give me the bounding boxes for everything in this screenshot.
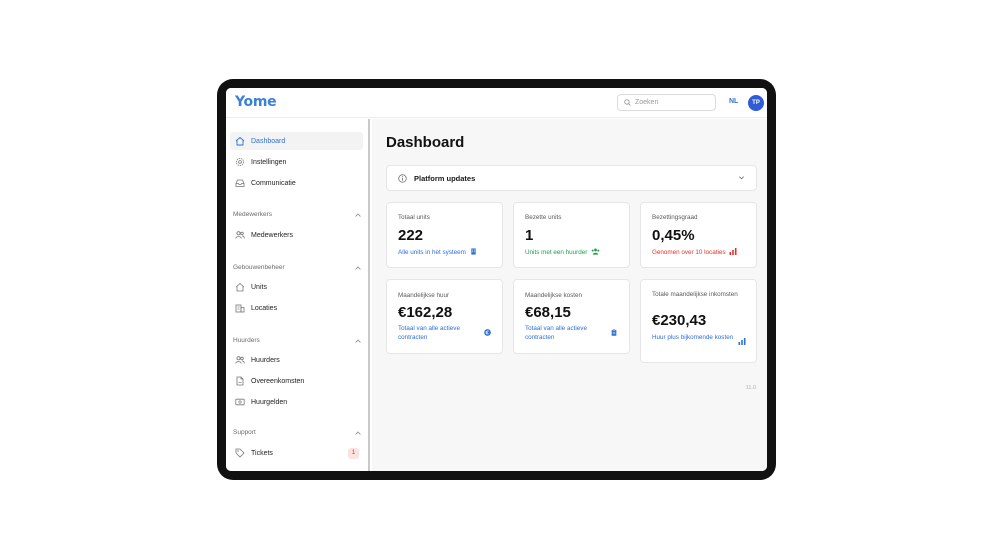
tablet-frame: Yome Zoeken NL TP Dashboard Instellingen… — [217, 79, 776, 480]
card-value: 0,45% — [652, 227, 695, 244]
building-icon — [470, 248, 476, 255]
card-label: Maandelijkse kosten — [525, 292, 583, 299]
language-selector[interactable]: NL — [729, 98, 738, 105]
chevron-up-icon — [355, 338, 361, 343]
app-screen: Yome Zoeken NL TP Dashboard Instellingen… — [226, 88, 767, 471]
section-title: Medewerkers — [233, 211, 273, 218]
card-subtext: Totaal van alle actieve contracten — [398, 325, 460, 341]
money-icon — [234, 396, 246, 408]
euro-icon — [484, 329, 491, 336]
sidebar-item-label: Tickets — [251, 449, 273, 457]
sidebar: Dashboard Instellingen Communicatie Mede… — [226, 119, 370, 471]
sidebar-item-communicatie[interactable]: Communicatie — [230, 174, 363, 192]
users-icon — [591, 248, 600, 255]
section-header-huurders[interactable]: Huurders — [233, 337, 361, 344]
card-value: €68,15 — [525, 304, 571, 321]
platform-updates-panel[interactable]: Platform updates — [386, 165, 757, 191]
sidebar-item-label: Overeenkomsten — [251, 377, 305, 385]
card-label: Totaal units — [398, 214, 430, 221]
card-value: 1 — [525, 227, 534, 244]
sidebar-item-tickets[interactable]: Tickets 1 — [230, 444, 363, 462]
card-value: €230,43 — [652, 312, 707, 329]
section-title: Huurders — [233, 337, 260, 344]
sidebar-item-medewerkers[interactable]: Medewerkers — [230, 226, 363, 244]
stat-card-occupancy-rate[interactable]: Bezettingsgraad 0,45% Genomen over 10 lo… — [640, 202, 757, 268]
sidebar-item-label: Huurders — [251, 356, 280, 364]
stat-card-total-monthly-income[interactable]: Totale maandelijkse inkomsten €230,43 Hu… — [640, 279, 757, 363]
sidebar-item-locaties[interactable]: Locaties — [230, 299, 363, 317]
sidebar-item-label: Units — [251, 283, 267, 291]
sidebar-item-label: Locaties — [251, 304, 278, 312]
sidebar-item-label: Huurgelden — [251, 398, 288, 406]
chevron-up-icon — [355, 265, 361, 270]
card-subtext: Huur plus bijkomende kosten — [652, 334, 734, 341]
section-header-gebouwenbeheer[interactable]: Gebouwenbeheer — [233, 264, 361, 271]
card-label: Bezette units — [525, 214, 562, 221]
app-logo[interactable]: Yome — [235, 94, 277, 110]
sidebar-item-overeenkomsten[interactable]: Overeenkomsten — [230, 372, 363, 390]
card-subtext: Totaal van alle actieve contracten — [525, 325, 587, 341]
bar-chart-icon — [738, 338, 746, 345]
building-icon — [234, 302, 246, 314]
stat-card-monthly-costs[interactable]: Maandelijkse kosten €68,15 Totaal van al… — [513, 279, 630, 354]
tickets-count-badge: 1 — [348, 447, 359, 459]
sidebar-item-huurgelden[interactable]: Huurgelden — [230, 393, 363, 411]
sidebar-item-label: Dashboard — [251, 137, 286, 145]
sidebar-item-label: Communicatie — [251, 179, 296, 187]
sidebar-item-label: Instellingen — [251, 158, 287, 166]
search-icon — [624, 99, 631, 106]
app-version: 11.0 — [745, 385, 756, 391]
search-input[interactable]: Zoeken — [617, 94, 716, 111]
gear-icon — [234, 156, 246, 168]
home-icon — [234, 135, 246, 147]
card-label: Totale maandelijkse inkomsten — [652, 291, 738, 298]
sidebar-item-units[interactable]: Units — [230, 278, 363, 296]
card-subtext-label: Genomen over 10 locaties — [652, 249, 726, 256]
users-icon — [234, 229, 246, 241]
section-header-support[interactable]: Support — [233, 429, 361, 436]
card-label: Maandelijkse huur — [398, 292, 450, 299]
search-placeholder: Zoeken — [635, 99, 659, 106]
card-subtext: Units met een huurder — [525, 248, 600, 258]
stat-card-occupied-units[interactable]: Bezette units 1 Units met een huurder — [513, 202, 630, 268]
sidebar-item-label: Medewerkers — [251, 231, 294, 239]
card-subtext-label: Units met een huurder — [525, 249, 588, 256]
section-title: Gebouwenbeheer — [233, 264, 285, 271]
sidebar-item-huurders[interactable]: Huurders — [230, 351, 363, 369]
sidebar-item-dashboard[interactable]: Dashboard — [230, 132, 363, 150]
users-icon — [234, 354, 246, 366]
top-bar: Yome Zoeken NL TP — [226, 88, 767, 118]
clipboard-icon — [611, 329, 617, 336]
chevron-up-icon — [355, 430, 361, 435]
bar-chart-icon — [729, 248, 737, 255]
page-title: Dashboard — [386, 134, 465, 151]
stat-card-total-units[interactable]: Totaal units 222 Alle units in het syste… — [386, 202, 503, 268]
chevron-down-icon[interactable] — [738, 174, 745, 181]
card-subtext-label: Alle units in het systeem — [398, 249, 466, 256]
main-content: Dashboard Platform updates Totaal units … — [372, 119, 767, 471]
card-subtext: Genomen over 10 locaties — [652, 248, 737, 258]
inbox-icon — [234, 177, 246, 189]
platform-updates-label: Platform updates — [414, 173, 476, 183]
card-value: €162,28 — [398, 304, 453, 321]
section-header-medewerkers[interactable]: Medewerkers — [233, 211, 361, 218]
card-subtext: Alle units in het systeem — [398, 248, 477, 258]
tag-icon — [234, 447, 246, 459]
document-icon — [234, 375, 246, 387]
stat-card-monthly-rent[interactable]: Maandelijkse huur €162,28 Totaal van all… — [386, 279, 503, 354]
avatar[interactable]: TP — [748, 95, 764, 111]
chevron-up-icon — [355, 212, 361, 217]
card-value: 222 — [398, 227, 424, 244]
home-icon — [234, 281, 246, 293]
section-title: Support — [233, 429, 256, 436]
info-icon — [398, 173, 407, 183]
sidebar-item-instellingen[interactable]: Instellingen — [230, 153, 363, 171]
card-label: Bezettingsgraad — [652, 214, 698, 221]
